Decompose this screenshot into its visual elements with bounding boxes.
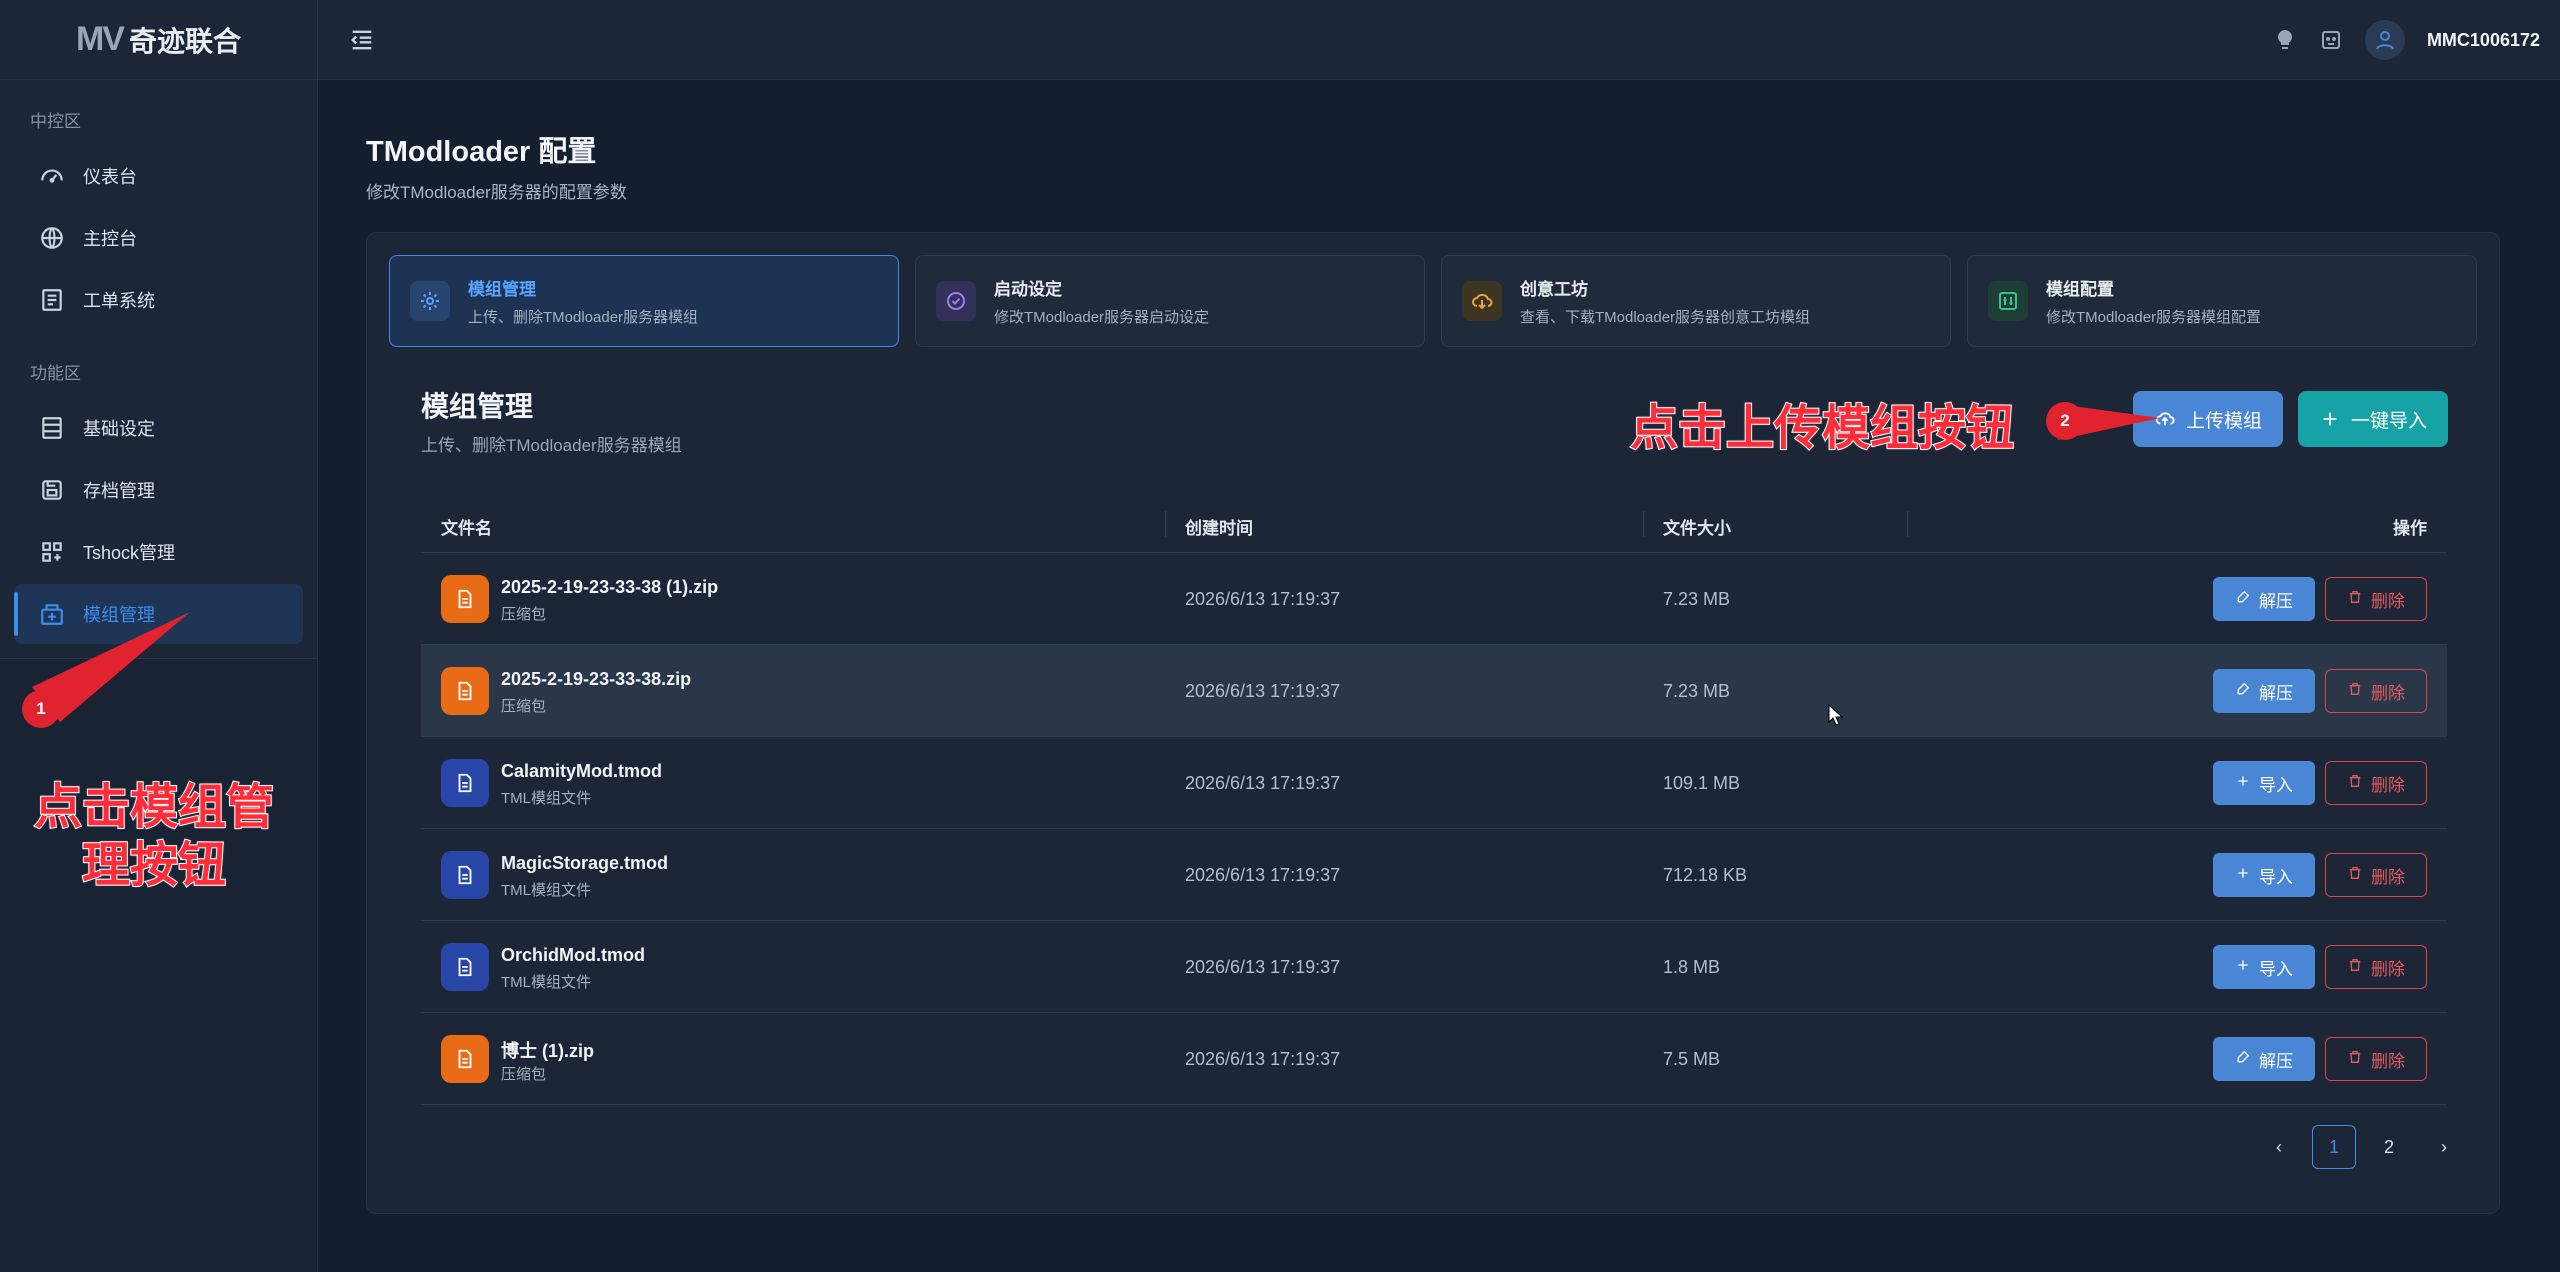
annotation-text-1: 点击模组管 理按钮 xyxy=(33,778,275,894)
annotation-text-1-line2: 理按钮 xyxy=(81,836,227,894)
annotation-arrows xyxy=(32,404,2160,722)
mouse-cursor-icon xyxy=(1828,704,1844,726)
annotation-text-1-line1: 点击模组管 xyxy=(33,778,275,836)
annotation-badge-1: 1 xyxy=(22,690,60,728)
annotation-text-2: 点击上传模组按钮 xyxy=(1629,399,2015,457)
annotation-badge-2: 2 xyxy=(2046,402,2084,440)
